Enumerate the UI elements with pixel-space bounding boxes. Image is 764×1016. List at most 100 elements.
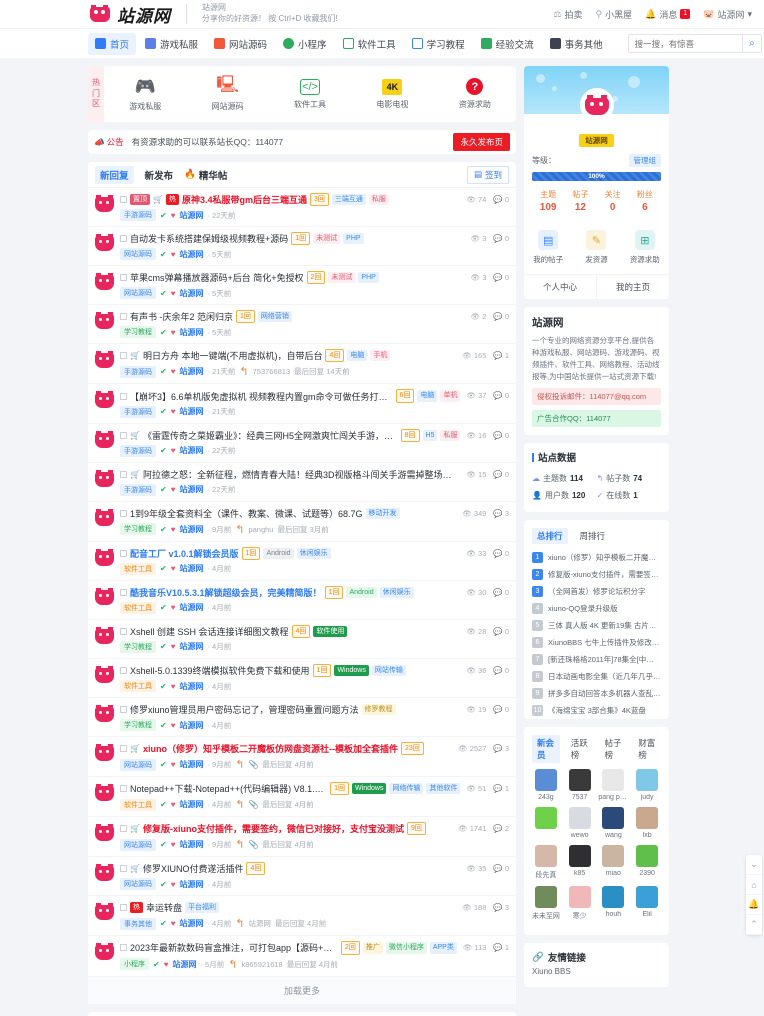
thread-category[interactable]: 学习教程 xyxy=(120,719,156,732)
thread-checkbox[interactable] xyxy=(120,825,127,833)
thread-row[interactable]: Notepad++下载-Notepad++(代码编辑器) V8.1.4最新版 1… xyxy=(88,777,516,818)
category-website-code[interactable]: 🖳 网站源码 xyxy=(186,75,268,112)
category-software-tools[interactable]: </> 软件工具 xyxy=(269,78,351,110)
thread-category[interactable]: 手游源码 xyxy=(120,405,156,418)
thread-author[interactable]: 站源网 xyxy=(179,288,203,299)
thread-category[interactable]: 小程序 xyxy=(120,958,149,970)
member-item[interactable]: houh xyxy=(597,886,631,921)
thread-title[interactable]: Xshell 创建 SSH 会话连接详细图文教程 xyxy=(130,625,289,638)
member-item[interactable]: k85 xyxy=(563,845,597,880)
search-button[interactable]: ⌕ xyxy=(741,34,763,53)
thread-checkbox[interactable] xyxy=(120,666,127,674)
header-messages-link[interactable]: 🔔 消息 1 xyxy=(645,8,691,21)
thread-checkbox[interactable] xyxy=(120,745,127,753)
thread-author[interactable]: 站源网 xyxy=(179,602,203,613)
thread-checkbox[interactable] xyxy=(120,235,127,243)
thread-checkbox[interactable] xyxy=(120,352,127,360)
ranking-item[interactable]: 5 三体 真人版 4K 更新19集 古片头片尾 xyxy=(524,617,669,634)
thread-checkbox[interactable] xyxy=(120,392,127,400)
thread-title[interactable]: 有声书 -庆余年2 范闲归京 xyxy=(130,310,233,323)
thread-row[interactable]: Xshell-5.0.1339终端模拟软件免费下载和使用 1回 Windows 网站… xyxy=(88,659,516,699)
thread-author[interactable]: 站源网 xyxy=(179,720,203,731)
thread-category[interactable]: 事务其他 xyxy=(120,917,156,930)
ranking-item[interactable]: 9 拼多多自动回答本多机器人查乱点辅助 xyxy=(524,685,669,702)
thread-author[interactable]: 站源网 xyxy=(179,445,203,456)
member-tab-财富榜[interactable]: 财富榜 xyxy=(633,735,661,763)
avatar[interactable] xyxy=(95,273,114,292)
thread-category[interactable]: 软件工具 xyxy=(120,680,156,693)
thread-category[interactable]: 网站源码 xyxy=(120,287,156,300)
tab-new-posts[interactable]: 新发布 xyxy=(145,168,174,182)
avatar[interactable] xyxy=(95,587,114,607)
thread-title[interactable]: 2023年最新款数码盲盒推注，可打包app【源码+教程】 xyxy=(130,941,338,954)
quick-action-我的帖子[interactable]: ▤ 我的帖子 xyxy=(524,230,572,265)
thread-checkbox[interactable] xyxy=(120,509,127,517)
thread-checkbox[interactable] xyxy=(120,313,127,321)
nav-item-home[interactable]: 首页 xyxy=(88,32,137,55)
sign-in-button[interactable]: ▤ 签到 xyxy=(466,165,509,184)
thread-checkbox[interactable] xyxy=(120,274,127,282)
avatar[interactable] xyxy=(95,548,114,568)
category-resource-help[interactable]: ? 资源求助 xyxy=(434,78,516,110)
thread-checkbox[interactable] xyxy=(120,196,127,204)
thread-author[interactable]: 站源网 xyxy=(179,249,203,260)
ranking-item[interactable]: 10 《海绵宝宝 3部合集》4K蓝盘 xyxy=(524,702,669,719)
thread-title[interactable]: 1到9年级全套资料全（课件、教案、微课、试题等）68.7G xyxy=(130,507,363,520)
member-item[interactable]: 寒少 xyxy=(563,886,597,921)
category-movies-tv[interactable]: 4K 电影电视 xyxy=(351,78,433,110)
home-icon[interactable]: ⌂ xyxy=(746,875,762,895)
thread-category[interactable]: 手游源码 xyxy=(120,444,156,457)
thread-author[interactable]: 站源网 xyxy=(179,563,203,574)
thread-row[interactable]: 配音工厂 v1.0.1解锁会员版 1回 Android 休闲娱乐 软件工具 ✔ ♥ … xyxy=(88,542,516,581)
thread-category[interactable]: 网站源码 xyxy=(120,758,156,771)
thread-title[interactable]: xiuno（修罗）知乎模板二开魔板仿网盘资源社--模板加全套插件 xyxy=(143,742,398,755)
thread-row[interactable]: 🛒 明日方舟 本地一键端(不用虚拟机)，自带后台 4回 电脑 手机 手游源码 ✔ ♥… xyxy=(88,344,516,385)
thread-checkbox[interactable] xyxy=(120,706,127,714)
ranking-item[interactable]: 1 xiuno（修罗）知乎模板二开魔板仿网 xyxy=(524,549,669,566)
ranking-item[interactable]: 2 修复版-xiuno支付插件，需要签约，微 xyxy=(524,566,669,583)
avatar[interactable] xyxy=(95,195,114,214)
thread-title[interactable]: 原神3.4私服带gm后台三端互通 xyxy=(182,193,307,206)
avatar[interactable] xyxy=(95,705,114,724)
thread-row[interactable]: 🛒 《雷霆传奇之菜姬霸业》：经典三网H5全网激爽忙闯关手游，附带安卓版本相Win… xyxy=(88,424,516,463)
thread-title[interactable]: 修复版-xiuno支付插件，需要签约，微信已对接好，支付宝没测试 xyxy=(143,822,404,835)
profile-avatar[interactable] xyxy=(579,88,614,122)
thread-row[interactable]: 🛒 修复版-xiuno支付插件，需要签约，微信已对接好，支付宝没测试 9回 网站… xyxy=(88,817,516,858)
avatar[interactable] xyxy=(95,784,114,803)
ranking-item[interactable]: 6 XiunoBBS 七牛上传插件及修改教程 xyxy=(524,634,669,651)
avatar[interactable] xyxy=(95,234,114,253)
thread-row[interactable]: 有声书 -庆余年2 范闲归京 1回 网络营销 学习教程 ✔ ♥ 站源网 · 5天前… xyxy=(88,305,516,345)
permanent-publish-button[interactable]: 永久发布页 xyxy=(453,133,510,151)
thread-category[interactable]: 手游源码 xyxy=(120,209,156,222)
header-user-menu[interactable]: 🐷 站源网 ▾ xyxy=(703,8,752,21)
thread-author[interactable]: 站源网 xyxy=(179,641,203,652)
member-item[interactable]: wang xyxy=(597,807,631,839)
thread-checkbox[interactable] xyxy=(120,785,127,793)
thread-row[interactable]: 置顶 🛒 热 原神3.4私服带gm后台三端互通 3回 三端互通 私服 手游源码 ✔ ♥ … xyxy=(88,188,516,228)
thread-checkbox[interactable] xyxy=(120,904,127,912)
thread-row[interactable]: 热 幸运转盘 平台福利 事务其他 ✔ ♥ 站源网 · 4月前 ↰ 站源网 最后回复 … xyxy=(88,896,516,937)
tab-new-replies[interactable]: 新回复 xyxy=(95,165,134,184)
thread-row[interactable]: 1到9年级全套资料全（课件、教案、微课、试题等）68.7G 移动开发 学习教程 … xyxy=(88,502,516,542)
avatar[interactable] xyxy=(95,864,114,883)
thread-author[interactable]: 站源网 xyxy=(179,839,203,850)
ranking-item[interactable]: 7 [新还珠格格2011年]78集全[中文字 xyxy=(524,651,669,668)
thread-category[interactable]: 网站源码 xyxy=(120,838,156,851)
member-item[interactable]: 7537 xyxy=(563,769,597,801)
rank-tab-weekly[interactable]: 周排行 xyxy=(575,528,611,544)
avatar[interactable] xyxy=(95,665,114,685)
member-tab-活跃榜[interactable]: 活跃榜 xyxy=(566,735,594,763)
thread-author[interactable]: 站源网 xyxy=(179,210,203,221)
thread-category[interactable]: 软件工具 xyxy=(120,601,156,614)
thread-checkbox[interactable] xyxy=(120,627,127,635)
thread-title[interactable]: 苹果cms弹幕播放器源码+后台 简化+免授权 xyxy=(130,271,304,284)
avatar[interactable] xyxy=(95,430,114,450)
member-item[interactable]: wewo xyxy=(563,807,597,839)
nav-item-software[interactable]: 软件工具 xyxy=(336,33,403,55)
thread-checkbox[interactable] xyxy=(120,549,127,557)
thread-checkbox[interactable] xyxy=(120,588,127,596)
thread-row[interactable]: 【崩坏3】6.6单机版免虚拟机 视频教程内置gm命令可做任务打深渊 6回 电脑 单机… xyxy=(88,384,516,424)
chevron-down-icon[interactable]: ⌄ xyxy=(746,855,762,875)
thread-category[interactable]: 手游源码 xyxy=(120,365,156,378)
header-blackroom-link[interactable]: ⚲ 小黑屋 xyxy=(595,8,632,21)
